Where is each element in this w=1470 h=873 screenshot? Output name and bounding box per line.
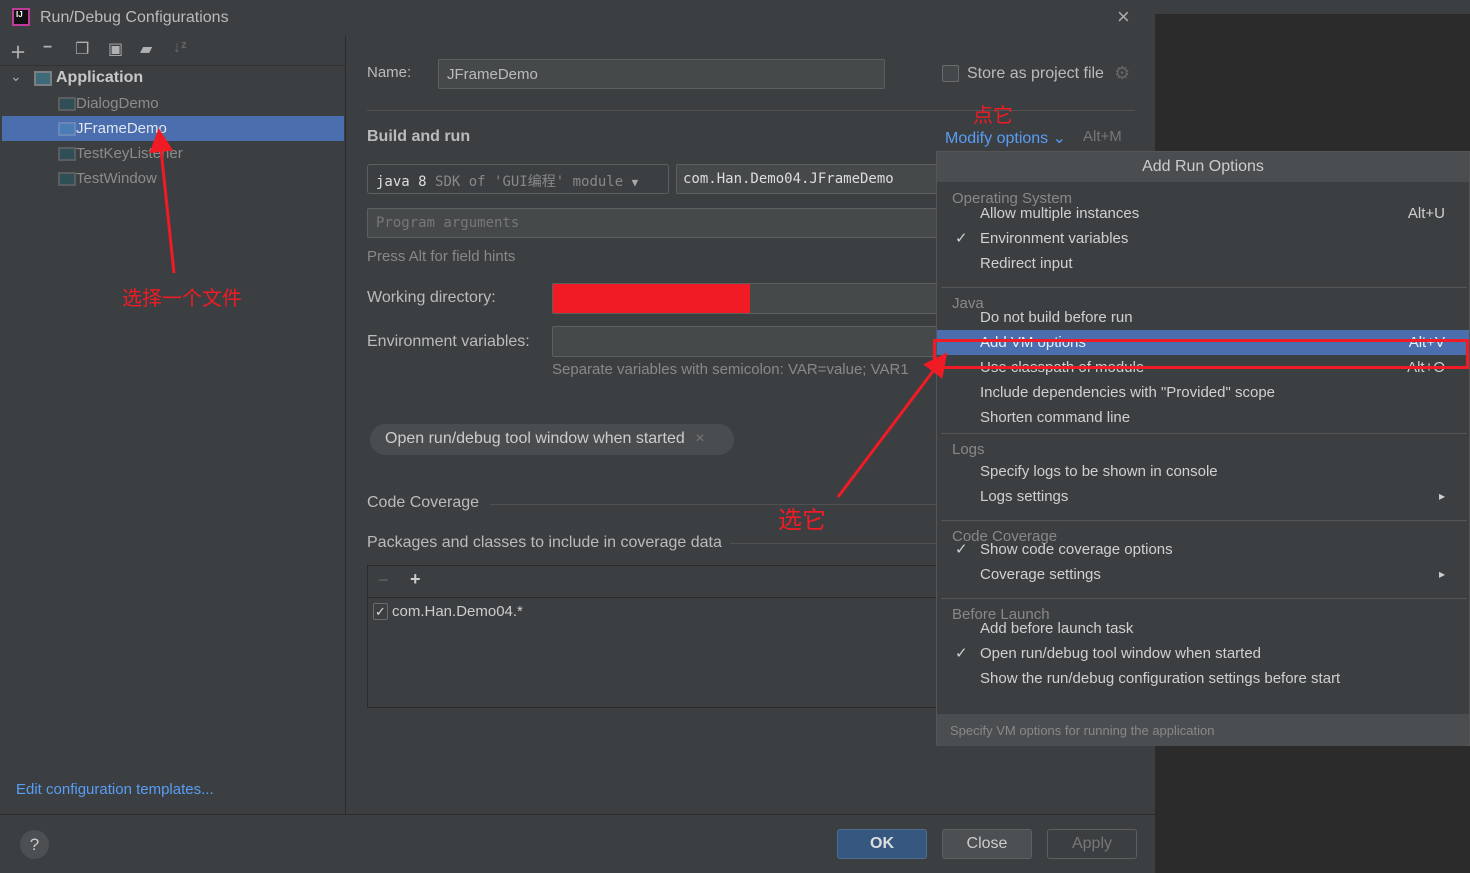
annotation-arrows (149, 128, 948, 498)
annotation-arrow (836, 352, 948, 498)
annotation-arrow (149, 128, 176, 274)
